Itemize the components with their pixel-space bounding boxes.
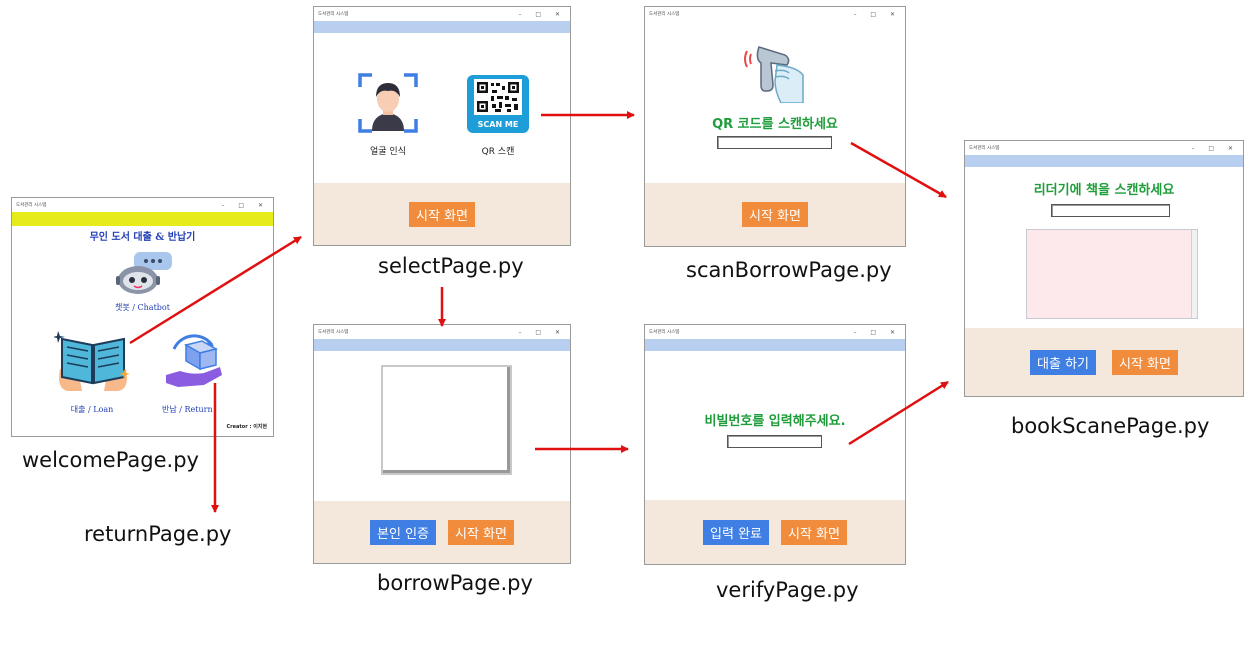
- flow-arrows: [129, 111, 949, 513]
- arrow-verify-to-book-scan: [848, 380, 949, 446]
- arrow-scan-borrow-to-book-scan: [850, 141, 947, 199]
- arrow-welcome-to-select: [129, 235, 302, 345]
